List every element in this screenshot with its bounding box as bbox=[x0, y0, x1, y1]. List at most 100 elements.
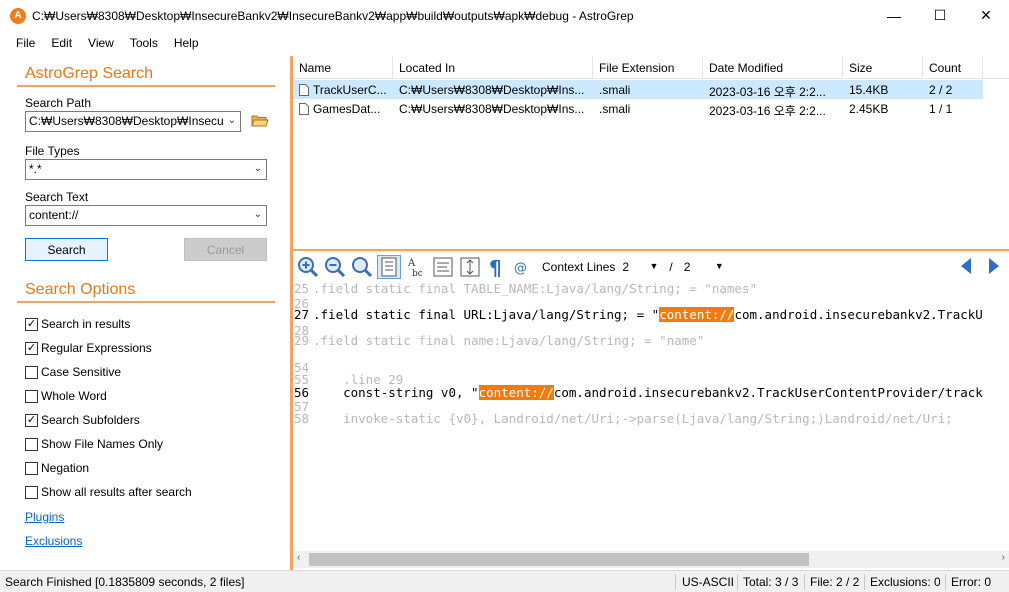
status-exclusions: Exclusions: 0 bbox=[870, 575, 941, 589]
next-match-icon[interactable] bbox=[987, 257, 1001, 278]
previous-match-icon[interactable] bbox=[959, 257, 973, 278]
maximize-button[interactable]: ☐ bbox=[917, 0, 963, 31]
line-number: 25 bbox=[294, 283, 310, 296]
dropdown-arrow-icon: ▼ bbox=[649, 261, 659, 271]
scroll-right-icon[interactable]: › bbox=[1002, 552, 1005, 563]
window-controls: — ☐ ✕ bbox=[871, 0, 1009, 31]
column-header-located-in[interactable]: Located In bbox=[393, 56, 593, 79]
option-negation[interactable]: Negation bbox=[25, 460, 89, 476]
table-row[interactable]: TrackUserC... C:₩Users₩8308₩Desktop₩Ins.… bbox=[293, 80, 983, 99]
zoom-reset-icon[interactable] bbox=[350, 255, 374, 279]
zoom-out-icon[interactable] bbox=[323, 255, 347, 279]
context-before-select[interactable]: 2 ▼ bbox=[617, 257, 664, 277]
option-search-subfolders[interactable]: ✓ Search Subfolders bbox=[25, 412, 140, 428]
code-line: 29 .field static final name:Ljava/lang/St… bbox=[293, 333, 704, 349]
cell-name: GamesDat... bbox=[293, 99, 393, 118]
option-label: Case Sensitive bbox=[41, 365, 122, 379]
cell-count: 1 / 1 bbox=[929, 102, 953, 116]
column-header-size[interactable]: Size bbox=[843, 56, 923, 79]
option-label: Regular Expressions bbox=[41, 341, 152, 355]
line-numbers-icon[interactable] bbox=[377, 255, 401, 279]
title-bar: A C:₩Users₩8308₩Desktop₩InsecureBankv2₩I… bbox=[0, 0, 1009, 31]
context-lines-icon[interactable] bbox=[458, 255, 482, 279]
word-wrap-icon[interactable] bbox=[431, 255, 455, 279]
search-button[interactable]: Search bbox=[25, 238, 108, 261]
status-bar: Search Finished [0.1835809 seconds, 2 fi… bbox=[0, 570, 1009, 592]
zoom-in-icon[interactable] bbox=[296, 255, 320, 279]
line-number: 58 bbox=[294, 411, 310, 426]
code-line: 58 invoke-static {v0}, Landroid/net/Uri;… bbox=[293, 411, 953, 427]
column-header-name[interactable]: Name bbox=[293, 56, 393, 79]
column-header-date-modified[interactable]: Date Modified bbox=[703, 56, 843, 79]
close-button[interactable]: ✕ bbox=[963, 0, 1009, 31]
horizontal-splitter[interactable] bbox=[293, 249, 1009, 251]
plugins-link[interactable]: Plugins bbox=[25, 510, 64, 524]
option-regular-expressions[interactable]: ✓ Regular Expressions bbox=[25, 340, 152, 356]
file-types-combo[interactable]: *.* ⌄ bbox=[25, 159, 267, 180]
context-after-value: 2 bbox=[683, 260, 691, 274]
cancel-button[interactable]: Cancel bbox=[184, 238, 267, 261]
file-name: GamesDat... bbox=[313, 101, 381, 116]
cell-date: 2023-03-16 오후 2:2... bbox=[709, 85, 826, 99]
search-text-combo[interactable]: content:// ⌄ bbox=[25, 205, 267, 226]
checkbox[interactable] bbox=[25, 461, 38, 475]
cell-extension: .smali bbox=[599, 83, 631, 97]
horizontal-scrollbar[interactable]: ‹ › bbox=[293, 551, 1009, 568]
option-label: Show File Names Only bbox=[41, 437, 164, 451]
email-icon[interactable]: @ bbox=[512, 255, 536, 279]
checkbox[interactable] bbox=[25, 365, 38, 379]
option-label: Whole Word bbox=[41, 389, 107, 403]
option-whole-word[interactable]: Whole Word bbox=[25, 388, 107, 404]
divider bbox=[945, 574, 946, 590]
cell-size: 2.45KB bbox=[849, 102, 889, 116]
divider bbox=[675, 574, 676, 590]
checkbox[interactable] bbox=[25, 437, 38, 451]
option-label: Show all results after search bbox=[41, 485, 192, 499]
scroll-thumb[interactable] bbox=[309, 553, 809, 566]
cell-date: 2023-03-16 오후 2:2... bbox=[709, 104, 826, 118]
menu-tools[interactable]: Tools bbox=[122, 36, 166, 50]
font-icon[interactable]: Abc bbox=[404, 255, 428, 279]
file-types-label: File Types bbox=[25, 144, 80, 158]
context-after-select[interactable]: 2 ▼ bbox=[678, 257, 729, 277]
file-icon bbox=[299, 102, 309, 115]
checkbox[interactable] bbox=[25, 389, 38, 403]
menu-help[interactable]: Help bbox=[166, 36, 207, 50]
chevron-down-icon: ⌄ bbox=[253, 163, 262, 174]
line-text: .field static final name:Ljava/lang/Stri… bbox=[313, 333, 705, 348]
match-highlight: content:// bbox=[478, 385, 554, 400]
column-header-file-extension[interactable]: File Extension bbox=[593, 56, 703, 79]
checkbox[interactable]: ✓ bbox=[25, 341, 38, 355]
cell-extension: .smali bbox=[599, 102, 631, 116]
menu-view[interactable]: View bbox=[80, 36, 122, 50]
context-lines-label: Context Lines bbox=[542, 260, 616, 274]
menu-file[interactable]: File bbox=[8, 36, 43, 50]
svg-text:@: @ bbox=[514, 261, 527, 276]
checkbox[interactable]: ✓ bbox=[25, 317, 38, 331]
option-search-in-results[interactable]: ✓ Search in results bbox=[25, 316, 130, 332]
exclusions-link[interactable]: Exclusions bbox=[25, 534, 82, 548]
file-preview[interactable]: 25 .field static final TABLE_NAME:Ljava/l… bbox=[293, 283, 1009, 551]
file-icon bbox=[299, 83, 309, 96]
option-label: Negation bbox=[41, 461, 90, 475]
menu-edit[interactable]: Edit bbox=[43, 36, 80, 50]
divider bbox=[17, 85, 275, 87]
minimize-button[interactable]: — bbox=[871, 0, 917, 31]
checkbox[interactable]: ✓ bbox=[25, 413, 38, 427]
search-path-combo[interactable]: C:₩Users₩8308₩Desktop₩Insecu ⌄ bbox=[25, 111, 241, 132]
whitespace-icon[interactable]: ¶ bbox=[485, 255, 509, 279]
code-line-match: 56 const-string v0, "content://com.andro… bbox=[293, 385, 983, 401]
scroll-left-icon[interactable]: ‹ bbox=[297, 552, 300, 563]
table-header: Name Located In File Extension Date Modi… bbox=[293, 56, 1009, 79]
option-case-sensitive[interactable]: Case Sensitive bbox=[25, 364, 121, 380]
browse-folder-button[interactable] bbox=[249, 110, 271, 130]
column-header-count[interactable]: Count bbox=[923, 56, 983, 79]
table-row[interactable]: GamesDat... C:₩Users₩8308₩Desktop₩Ins...… bbox=[293, 99, 983, 118]
option-show-file-names-only[interactable]: Show File Names Only bbox=[25, 436, 163, 452]
option-show-all-results[interactable]: Show all results after search bbox=[25, 484, 192, 500]
menu-bar: File Edit View Tools Help bbox=[0, 33, 207, 53]
svg-text:bc: bc bbox=[412, 269, 423, 278]
line-number: 27 bbox=[294, 307, 310, 322]
astrogrep-icon: A bbox=[10, 7, 26, 24]
checkbox[interactable] bbox=[25, 485, 38, 499]
